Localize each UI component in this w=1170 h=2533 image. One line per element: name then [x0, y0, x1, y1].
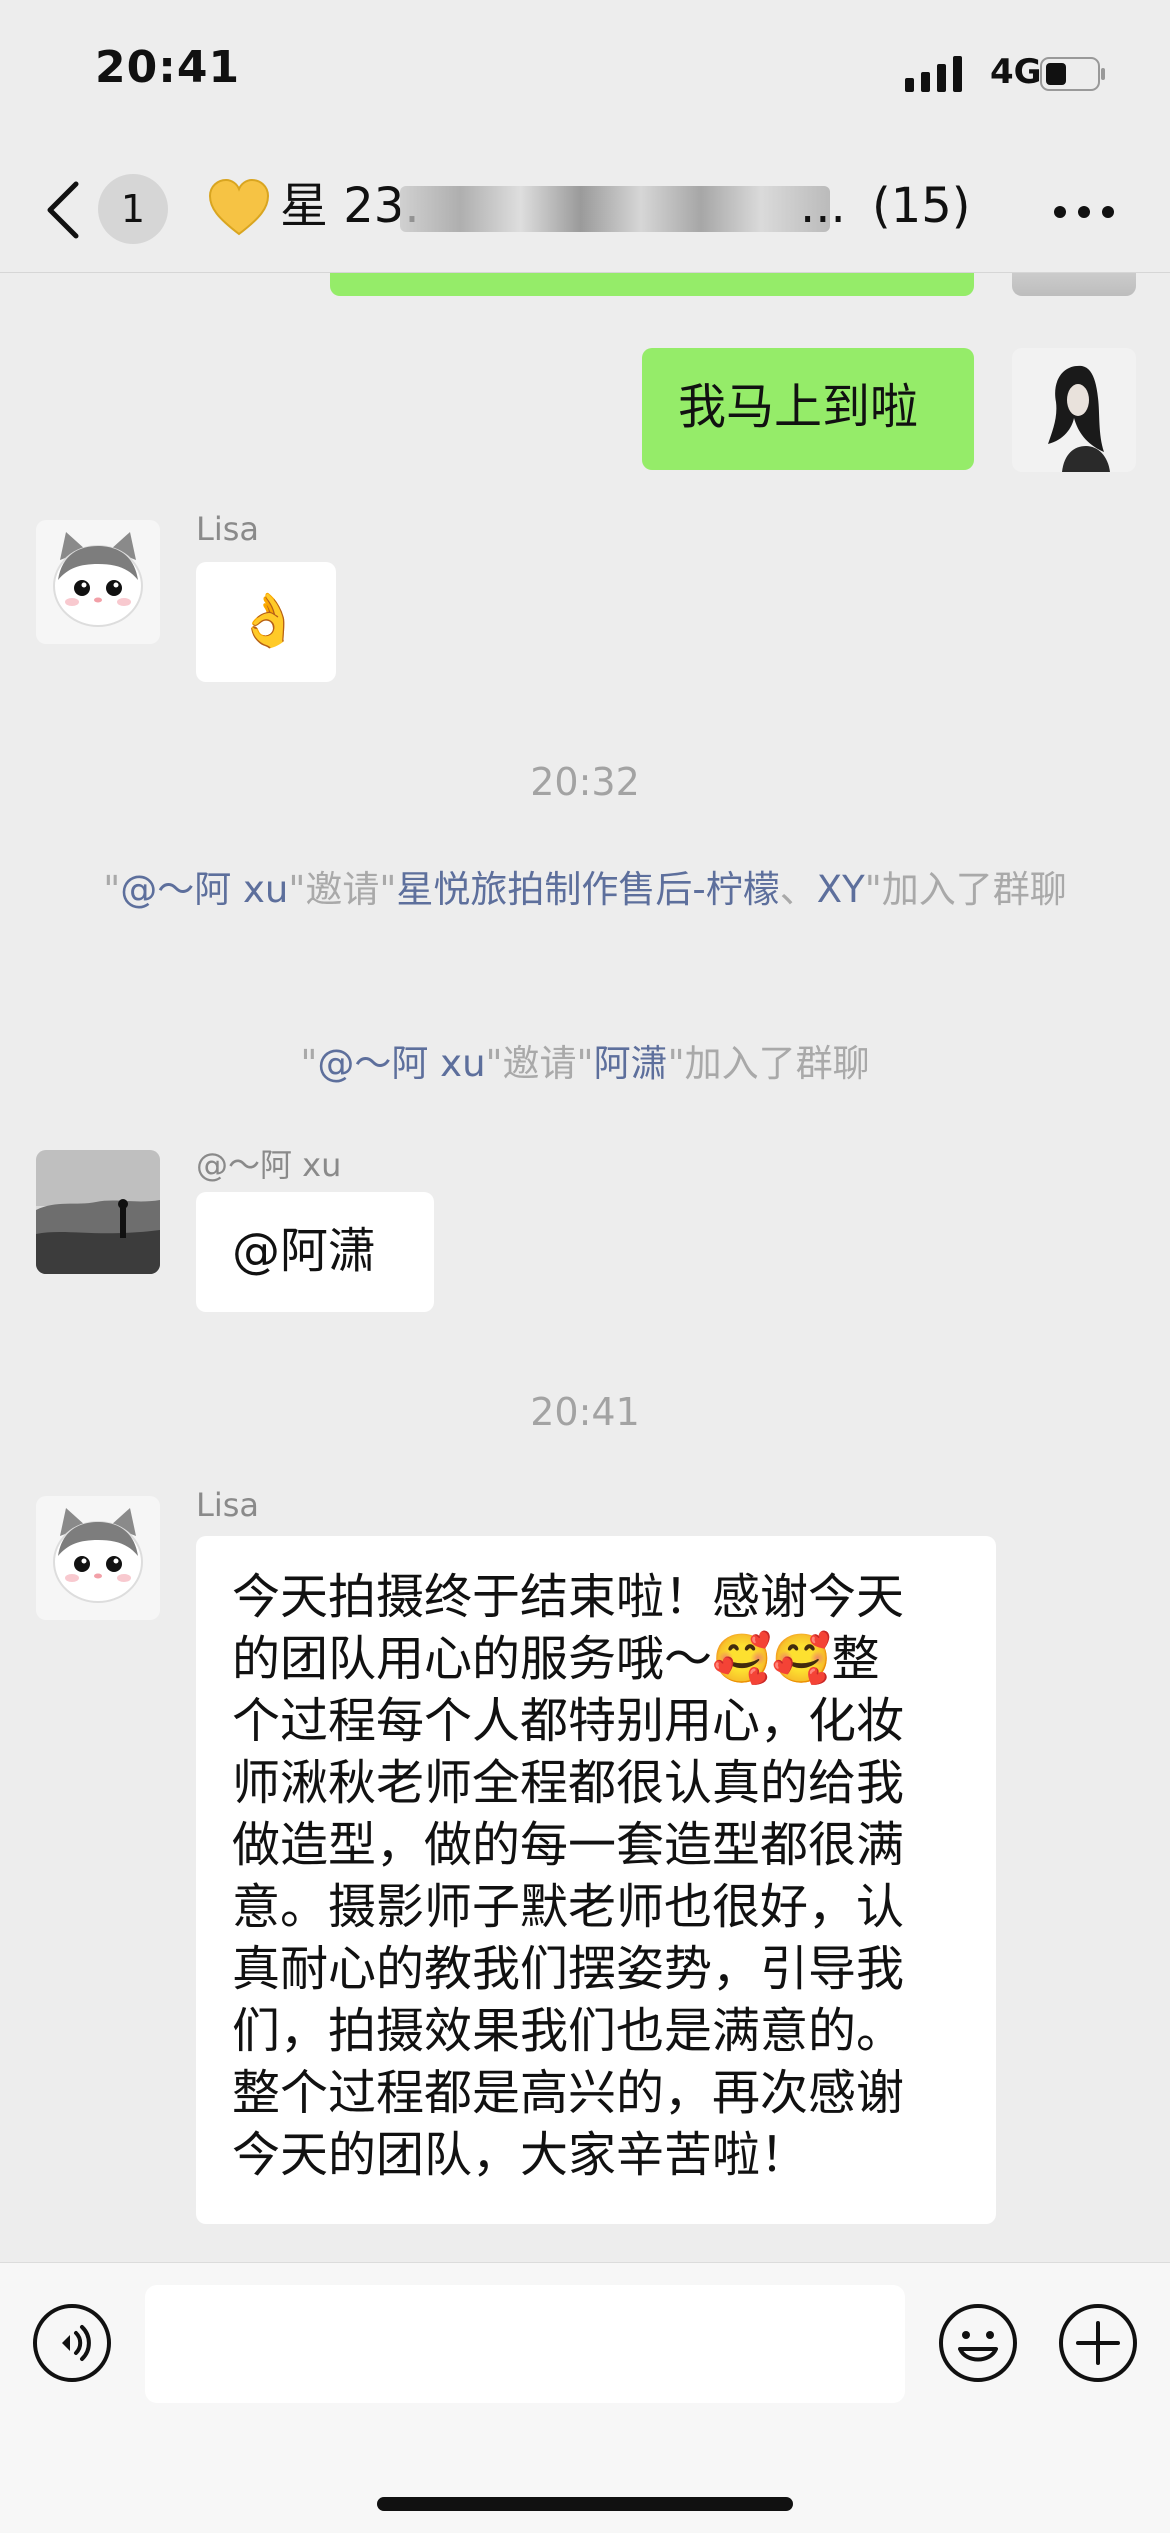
- blurred-title: [400, 186, 830, 232]
- heart-icon: [208, 178, 270, 236]
- system-inviter[interactable]: @～阿 xu: [120, 868, 288, 911]
- system-invitee-2[interactable]: XY: [817, 868, 865, 911]
- system-inviter[interactable]: @～阿 xu: [317, 1042, 485, 1085]
- chat-title: 星 23.: [280, 178, 420, 234]
- system-message: "@～阿 xu"邀请"星悦旅拍制作售后-柠檬、XY"加入了群聊: [103, 868, 1067, 911]
- network-label: 4G: [990, 52, 1042, 92]
- status-bar: 20:41 4G: [0, 0, 1170, 150]
- cat-avatar-icon: [36, 1496, 160, 1620]
- sender-name: @～阿 xu: [196, 1146, 342, 1184]
- outgoing-bubble[interactable]: 我马上到啦: [642, 348, 974, 470]
- back-icon[interactable]: [40, 178, 90, 242]
- battery-icon: [1040, 57, 1105, 91]
- axu-avatar[interactable]: [36, 1150, 160, 1274]
- mention-text: @阿潇: [232, 1223, 377, 1279]
- sender-name: Lisa: [196, 1486, 259, 1524]
- message-line: 真耐心的教我们摆姿势，引导我: [232, 1941, 905, 1997]
- message-line: 意。摄影师子默老师也很好，认: [232, 1879, 905, 1935]
- member-count: (15): [872, 178, 971, 234]
- sender-name: Lisa: [196, 510, 259, 548]
- message-input[interactable]: [145, 2285, 905, 2403]
- cat-avatar-icon: [36, 520, 160, 644]
- lisa-avatar[interactable]: [36, 520, 160, 644]
- woman-avatar-icon: [1012, 348, 1136, 472]
- ok-hand-emoji: 👌: [236, 591, 301, 651]
- system-message-2: "@～阿 xu"邀请"阿潇"加入了群聊: [300, 1042, 870, 1085]
- more-icon[interactable]: [1052, 204, 1116, 220]
- message-line: 们，拍摄效果我们也是满意的。: [232, 2003, 905, 2059]
- time-separator: 20:41: [530, 1390, 640, 1434]
- incoming-bubble[interactable]: 👌: [196, 562, 336, 682]
- message-line: 今天拍摄终于结束啦！感谢今天: [232, 1569, 905, 1625]
- incoming-bubble[interactable]: 今天拍摄终于结束啦！感谢今天 的团队用心的服务哦～🥰🥰整 个过程每个人都特别用心…: [196, 1536, 996, 2224]
- unread-badge[interactable]: 1: [98, 174, 168, 244]
- message-line: 师湫秋老师全程都很认真的给我: [232, 1755, 905, 1811]
- signal-icon: [905, 56, 962, 92]
- status-time: 20:41: [95, 42, 241, 93]
- message-line: 整个过程都是高兴的，再次感谢: [232, 2065, 905, 2121]
- chat-header: 1 星 23. ... (15): [0, 150, 1170, 273]
- system-invitee[interactable]: 星悦旅拍制作售后-柠檬: [396, 868, 779, 911]
- outgoing-text: 我马上到啦: [678, 379, 919, 435]
- time-separator: 20:32: [530, 760, 640, 804]
- my-avatar[interactable]: [1012, 348, 1136, 472]
- voice-icon[interactable]: [32, 2303, 112, 2383]
- system-invitee[interactable]: 阿潇: [594, 1042, 668, 1085]
- plus-icon[interactable]: [1058, 2303, 1138, 2383]
- message-line: 做造型，做的每一套造型都很满: [232, 1817, 905, 1873]
- title-ellipsis: ...: [800, 178, 846, 234]
- landscape-avatar-icon: [36, 1150, 160, 1274]
- long-message-text: 今天拍摄终于结束啦！感谢今天 的团队用心的服务哦～🥰🥰整 个过程每个人都特别用心…: [232, 1566, 904, 2186]
- lisa-avatar[interactable]: [36, 1496, 160, 1620]
- message-line: 个过程每个人都特别用心，化妆: [232, 1693, 905, 1749]
- home-indicator: [377, 2497, 793, 2511]
- incoming-bubble[interactable]: @阿潇: [196, 1192, 434, 1312]
- emoji-icon[interactable]: [938, 2303, 1018, 2383]
- message-line: 的团队用心的服务哦～🥰🥰整: [232, 1631, 880, 1687]
- input-bar: [0, 2262, 1170, 2533]
- message-line: 今天的团队，大家辛苦啦！: [232, 2127, 809, 2183]
